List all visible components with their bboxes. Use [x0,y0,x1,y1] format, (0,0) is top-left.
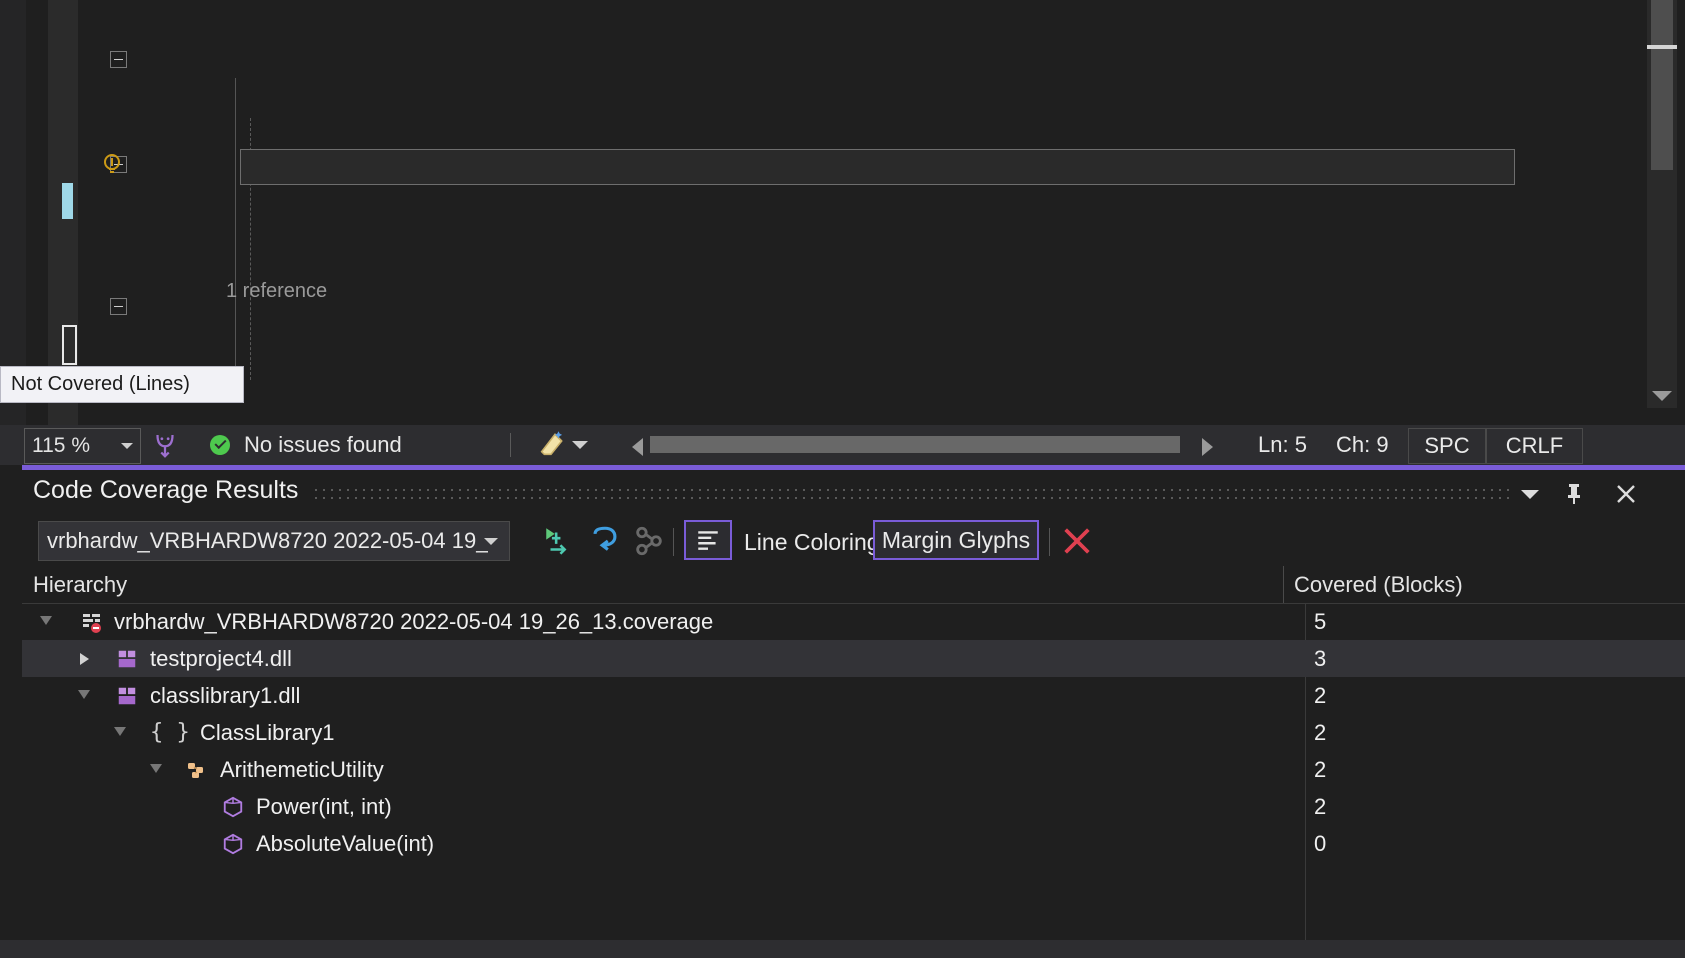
row-covered-blocks: 2 [1314,714,1326,751]
toolwindow-header: Code Coverage Results [22,470,1685,514]
assembly-icon [116,685,138,707]
scrollbar-caret-marker [1647,45,1677,49]
red-x-delete-icon[interactable] [1060,524,1094,558]
code-coverage-results-window: Code Coverage Results vrbhardw_VRBHARDW8… [0,465,1685,958]
code-text-area[interactable]: 1 reference 3 public class ArithemeticUt… [78,0,1613,425]
zoom-level-combo[interactable]: 115 % [24,428,141,464]
method-icon [222,833,244,855]
editor-selection-margin [26,0,48,425]
coverage-glyph-covered [62,183,73,219]
editor-vertical-scrollbar[interactable] [1647,0,1677,408]
code-cleanup-caret-icon[interactable] [572,425,588,465]
row-label: ClassLibrary1 [200,714,335,751]
row-label: testproject4.dll [150,640,292,677]
class-icon [186,759,208,781]
codelens-class-references[interactable]: 1 reference [226,273,327,310]
code-cleanup-icon[interactable] [535,425,567,465]
grid-header-row: Hierarchy Covered (Blocks) [22,566,1685,604]
method-icon [222,796,244,818]
export-results-icon[interactable] [542,524,576,558]
status-separator [510,433,511,457]
merge-results-icon [632,524,666,558]
row-label: Power(int, int) [256,788,392,825]
row-twisty[interactable] [40,616,52,625]
line-ending-indicator[interactable]: CRLF [1486,428,1583,464]
window-menu-caret-icon[interactable] [1515,479,1545,509]
row-twisty[interactable] [80,653,89,665]
editor-horizontal-scrollbar[interactable] [650,436,1180,453]
toolwindow-title: Code Coverage Results [33,476,298,505]
margin-glyphs-toggle[interactable]: Margin Glyphs [873,520,1039,560]
editor-left-strip [0,0,26,425]
code-editor[interactable]: 1 reference 3 public class ArithemeticUt… [0,0,1685,425]
row-covered-blocks: 3 [1314,640,1326,677]
toolbar-separator-2 [1049,528,1050,556]
hscroll-left-arrow[interactable] [632,438,643,456]
chevron-down-icon[interactable] [121,443,133,449]
window-bottom-bar [0,940,1685,958]
no-issues-label: No issues found [244,432,402,458]
row-label: AbsoluteValue(int) [256,825,434,862]
row-label: ArithemeticUtility [220,751,384,788]
row-twisty[interactable] [114,727,126,736]
table-row[interactable]: { } ClassLibrary1 2 [22,714,1685,751]
row-twisty[interactable] [150,764,162,773]
table-row[interactable]: Power(int, int) 2 [22,788,1685,825]
line-coloring-label: Line Coloring [744,529,880,556]
indentation-indicator[interactable]: SPC [1408,428,1486,464]
column-indicator: Ch: 9 [1336,425,1389,465]
row-covered-blocks: 5 [1314,603,1326,640]
row-covered-blocks: 2 [1314,677,1326,714]
row-twisty[interactable] [78,690,90,699]
namespace-icon: { } [150,714,190,751]
table-row[interactable]: ArithemeticUtility 2 [22,751,1685,788]
line-coloring-toggle[interactable] [684,520,732,560]
grid-rows: vrbhardw_VRBHARDW8720 2022-05-04 19_26_1… [22,603,1685,958]
scroll-down-icon[interactable] [1652,391,1672,401]
column-header-hierarchy[interactable]: Hierarchy [33,566,127,603]
margin-glyphs-label: Margin Glyphs [882,527,1030,554]
import-results-icon[interactable] [588,524,622,558]
hscroll-right-arrow[interactable] [1202,438,1213,456]
assembly-icon [116,648,138,670]
feedback-smiley-icon[interactable] [150,425,180,465]
no-issues-status[interactable]: No issues found [210,425,402,465]
vs-window: 1 reference 3 public class ArithemeticUt… [0,0,1685,958]
coverage-results-combo[interactable]: vrbhardw_VRBHARDW8720 2022-05-04 19_ [38,521,510,561]
line-coloring-icon [695,527,721,553]
coverage-results-combo-value: vrbhardw_VRBHARDW8720 2022-05-04 19_ [39,528,488,554]
toolwindow-drag-grip[interactable] [312,486,1515,502]
zoom-level-value: 115 % [25,434,90,458]
coverage-glyph-not-covered [62,325,77,365]
coverage-toolbar: vrbhardw_VRBHARDW8720 2022-05-04 19_ [22,514,1685,566]
row-label: vrbhardw_VRBHARDW8720 2022-05-04 19_26_1… [114,603,713,640]
coverage-hierarchy-grid[interactable]: Hierarchy Covered (Blocks) [22,566,1685,958]
line-indicator: Ln: 5 [1258,425,1307,465]
row-covered-blocks: 2 [1314,788,1326,825]
pin-icon[interactable] [1559,479,1589,509]
editor-status-bar: 115 % No issues found [0,425,1685,465]
table-row[interactable]: vrbhardw_VRBHARDW8720 2022-05-04 19_26_1… [22,603,1685,640]
coverage-file-icon [80,611,102,633]
close-icon[interactable] [1611,479,1641,509]
row-covered-blocks: 0 [1314,825,1326,862]
coverage-tooltip: Not Covered (Lines) [0,366,244,403]
column-header-covered-blocks[interactable]: Covered (Blocks) [1294,566,1463,603]
scrollbar-thumb[interactable] [1651,0,1673,170]
row-label: classlibrary1.dll [150,677,300,714]
table-row[interactable]: classlibrary1.dll 2 [22,677,1685,714]
chevron-down-icon[interactable] [484,538,498,545]
check-circle-icon [210,435,230,455]
column-divider[interactable] [1283,566,1284,603]
table-row[interactable]: AbsoluteValue(int) 0 [22,825,1685,862]
table-row[interactable]: testproject4.dll 3 [22,640,1685,677]
toolbar-separator [673,528,674,556]
row-covered-blocks: 2 [1314,751,1326,788]
